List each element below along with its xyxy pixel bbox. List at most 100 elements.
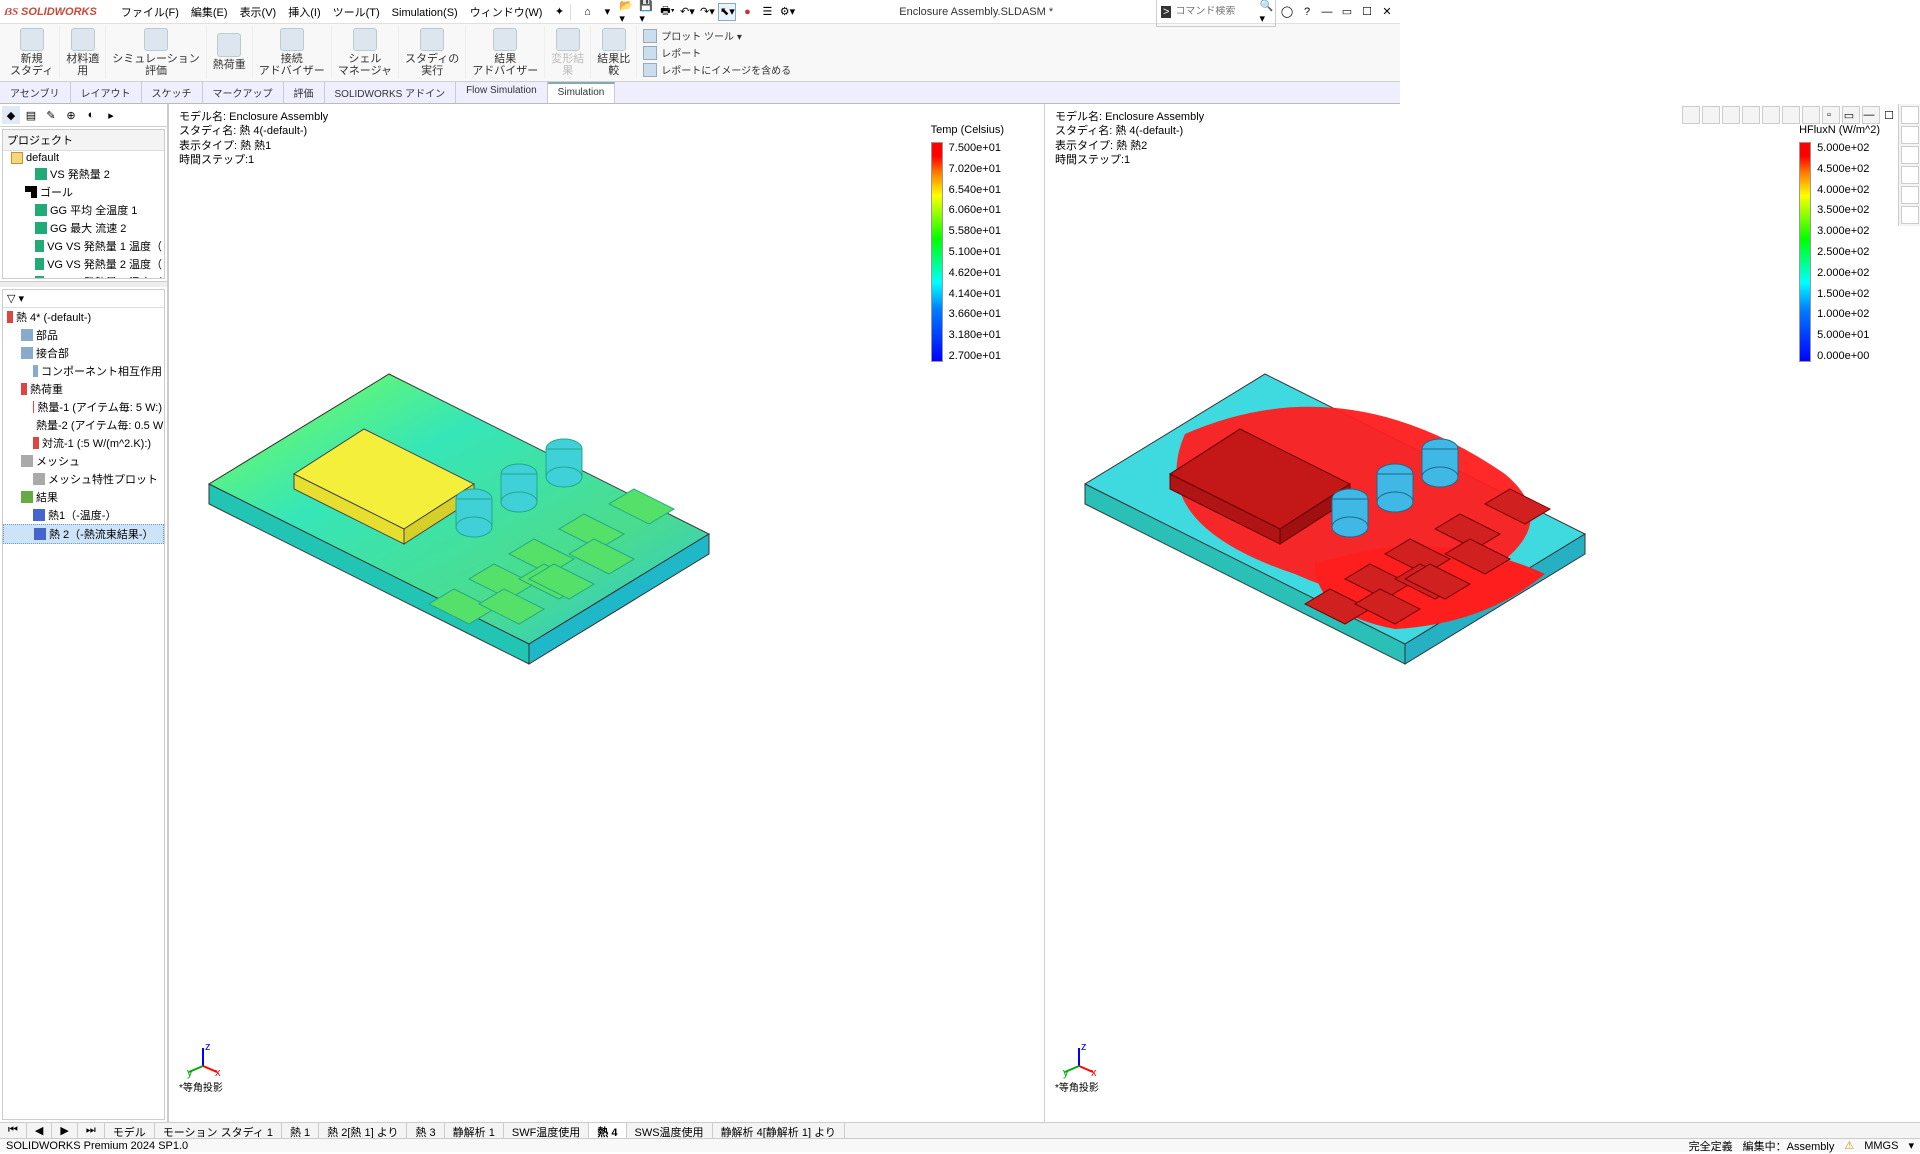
- tab-nav-prev[interactable]: ◀: [27, 1123, 52, 1138]
- vp-hide-icon[interactable]: [1802, 106, 1820, 124]
- tree-row[interactable]: VG VS 発熱量 1 温度（: [3, 237, 164, 255]
- menu-item[interactable]: 編集(E): [185, 5, 234, 21]
- study-tab[interactable]: 熱 2[熱 1] より: [319, 1123, 407, 1138]
- tab[interactable]: アセンブリ: [0, 82, 71, 103]
- ribbon-side-item[interactable]: レポート: [643, 45, 791, 60]
- menu-item[interactable]: 挿入(I): [282, 5, 326, 21]
- ribbon-button[interactable]: 新規 スタディ: [4, 26, 60, 79]
- study-tab[interactable]: モデル: [105, 1123, 155, 1138]
- study-tab[interactable]: 静解析 4[静解析 1] より: [713, 1123, 845, 1138]
- study-tab[interactable]: 熱 3: [407, 1123, 444, 1138]
- tab[interactable]: 評価: [284, 82, 325, 103]
- tree-row[interactable]: メッシュ: [3, 452, 164, 470]
- fm-tab-more[interactable]: ▸: [102, 106, 120, 124]
- menu-item[interactable]: Simulation(S): [386, 5, 464, 21]
- tree-row[interactable]: VS 発熱量 2: [3, 165, 164, 183]
- tree-row[interactable]: 結果: [3, 488, 164, 506]
- study-tab[interactable]: 熱 1: [282, 1123, 319, 1138]
- search-input[interactable]: [1175, 6, 1255, 17]
- select-icon[interactable]: ⬉▾: [718, 3, 736, 21]
- restore-icon[interactable]: ▭: [1338, 3, 1356, 21]
- ribbon-button[interactable]: スタディの 実行: [399, 26, 466, 79]
- list-icon[interactable]: ☰: [758, 3, 776, 21]
- tree-row[interactable]: 対流-1 (:5 W/(m^2.K):): [3, 434, 164, 452]
- study-tab[interactable]: SWF温度使用: [504, 1123, 589, 1138]
- user-icon[interactable]: ◯: [1278, 3, 1296, 21]
- status-units[interactable]: MMGS: [1864, 1140, 1898, 1152]
- tree-row[interactable]: VG VS 発熱量 2 温度（: [3, 255, 164, 273]
- rail-icon-1[interactable]: [1901, 106, 1919, 124]
- tab[interactable]: Simulation: [548, 82, 616, 103]
- help-icon[interactable]: ?: [1298, 3, 1316, 21]
- rail-icon-6[interactable]: [1901, 206, 1919, 224]
- ribbon-button[interactable]: 熱荷重: [207, 26, 253, 79]
- tree-row[interactable]: 熱 4* (-default-): [3, 308, 164, 326]
- tree-row[interactable]: 接合部: [3, 344, 164, 362]
- rail-icon-3[interactable]: [1901, 146, 1919, 164]
- tree-row[interactable]: GG 最大 流速 2: [3, 219, 164, 237]
- study-tab[interactable]: モーション スタディ 1: [155, 1123, 282, 1138]
- tab[interactable]: レイアウト: [71, 82, 142, 103]
- maximize-icon[interactable]: ☐: [1358, 3, 1376, 21]
- tab-nav-first[interactable]: ⏮: [0, 1123, 27, 1138]
- rail-icon-5[interactable]: [1901, 186, 1919, 204]
- vp-zoom-icon[interactable]: [1682, 106, 1700, 124]
- ribbon-button[interactable]: 接続 アドバイザー: [253, 26, 332, 79]
- minimize-icon[interactable]: —: [1318, 3, 1336, 21]
- tab[interactable]: マークアップ: [203, 82, 284, 103]
- fm-tab-3[interactable]: ✎: [42, 106, 60, 124]
- home-icon[interactable]: ⌂: [578, 3, 596, 21]
- ribbon-button[interactable]: 材料適 用: [60, 26, 106, 79]
- vp-restore-icon[interactable]: —: [1860, 106, 1878, 124]
- fm-tab-4[interactable]: ⊕: [62, 106, 80, 124]
- tree-row[interactable]: VG VS 発熱量 1 温度（: [3, 273, 164, 279]
- rec-icon[interactable]: ●: [738, 3, 756, 21]
- tree-row[interactable]: GG 平均 全温度 1: [3, 201, 164, 219]
- gear-icon[interactable]: ⚙▾: [778, 3, 796, 21]
- tab[interactable]: スケッチ: [142, 82, 203, 103]
- vp-view-icon[interactable]: [1742, 106, 1760, 124]
- fm-tab-1[interactable]: ◆: [2, 106, 20, 124]
- tree-row[interactable]: 部品: [3, 326, 164, 344]
- redo-icon[interactable]: ↷▾: [698, 3, 716, 21]
- menu-item[interactable]: 表示(V): [234, 5, 283, 21]
- ribbon-button[interactable]: 変形結 果: [545, 26, 591, 79]
- fm-tab-2[interactable]: ▤: [22, 106, 40, 124]
- open-icon[interactable]: 📂▾: [618, 3, 636, 21]
- study-tab[interactable]: 熱 4: [589, 1123, 626, 1138]
- menu-item[interactable]: ツール(T): [327, 5, 386, 21]
- rail-icon-2[interactable]: [1901, 126, 1919, 144]
- tree-row[interactable]: default: [3, 151, 164, 165]
- viewport-temperature[interactable]: モデル名: Enclosure Assemblyスタディ名: 熱 4(-defa…: [168, 104, 1044, 1122]
- menu-item[interactable]: ファイル(F): [115, 5, 185, 21]
- tab-nav-last[interactable]: ⏭: [78, 1123, 105, 1138]
- tree-row[interactable]: ゴール: [3, 183, 164, 201]
- tab[interactable]: SOLIDWORKS アドイン: [325, 82, 457, 103]
- ribbon-button[interactable]: 結果比 較: [591, 26, 637, 79]
- tree-row[interactable]: 熱荷重: [3, 380, 164, 398]
- command-search[interactable]: >🔍▾: [1156, 0, 1276, 27]
- menu-item[interactable]: ウィンドウ(W): [464, 5, 549, 21]
- ribbon-button[interactable]: シミュレーション 評価: [106, 26, 207, 79]
- tree-row[interactable]: 熱量-2 (アイテム毎: 0.5 W:): [3, 416, 164, 434]
- study-tab[interactable]: SWS温度使用: [627, 1123, 713, 1138]
- tree-row[interactable]: コンポーネント相互作用: [3, 362, 164, 380]
- print-icon[interactable]: 🖶▾: [658, 3, 676, 21]
- undo-icon[interactable]: ↶▾: [678, 3, 696, 21]
- vp-max-icon[interactable]: ▭: [1840, 106, 1858, 124]
- tab[interactable]: Flow Simulation: [456, 82, 548, 103]
- pin-icon[interactable]: ✦: [550, 3, 568, 21]
- ribbon-button[interactable]: シェル マネージャ: [332, 26, 399, 79]
- ribbon-side-item[interactable]: レポートにイメージを含める: [643, 62, 791, 77]
- viewport-flux[interactable]: ▫ ▭ — ☐ ✕ モデル名: Enclosure Assemblyスタディ名:…: [1044, 104, 1920, 1122]
- vp-section-icon[interactable]: [1722, 106, 1740, 124]
- tree-row[interactable]: メッシュ特性プロット: [3, 470, 164, 488]
- fm-tab-5[interactable]: ◐: [82, 106, 100, 124]
- tree-row[interactable]: 熱1（-温度-）: [3, 506, 164, 524]
- vp-orbit-icon[interactable]: [1702, 106, 1720, 124]
- tree-row[interactable]: 熱量-1 (アイテム毎: 5 W:): [3, 398, 164, 416]
- search-icon[interactable]: 🔍▾: [1259, 0, 1273, 25]
- save-icon[interactable]: 💾▾: [638, 3, 656, 21]
- vp-min-icon[interactable]: ▫: [1820, 106, 1838, 124]
- vp-display-icon[interactable]: [1762, 106, 1780, 124]
